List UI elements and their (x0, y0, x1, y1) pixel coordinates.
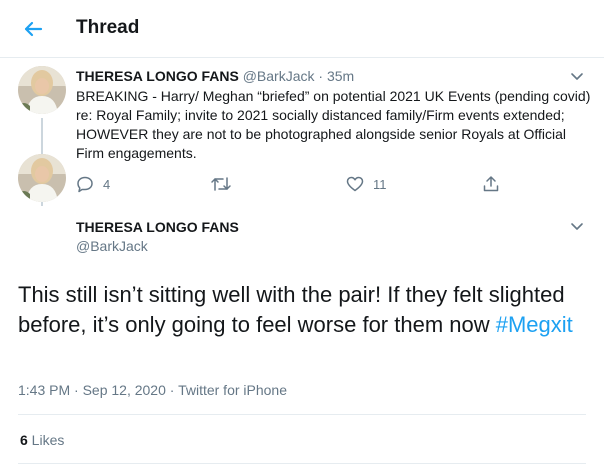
tweet-time[interactable]: 35m (327, 68, 354, 84)
focused-tweet-text: This still isn’t sitting well with the p… (18, 280, 588, 340)
like-button[interactable]: 11 (346, 174, 387, 194)
avatar[interactable] (18, 66, 66, 114)
author-handle[interactable]: @BarkJack (243, 68, 315, 84)
page-title: Thread (76, 17, 140, 38)
author-handle[interactable]: @BarkJack (76, 238, 148, 254)
tweet-menu-button[interactable] (569, 68, 585, 84)
author-name[interactable]: THERESA LONGO FANS (76, 68, 239, 84)
likes-label: Likes (27, 432, 65, 448)
separator: · (318, 68, 324, 84)
likes-stat[interactable]: 6 Likes (20, 432, 64, 448)
author-name[interactable]: THERESA LONGO FANS (76, 219, 239, 235)
chevron-down-icon (571, 73, 583, 80)
parent-tweet[interactable]: THERESA LONGO FANS @BarkJack · 35m BREAK… (0, 58, 604, 200)
likes-count: 6 (20, 432, 28, 448)
like-icon (346, 176, 364, 192)
tweet-menu-button[interactable] (569, 218, 585, 234)
reply-button[interactable]: 4 (76, 174, 110, 194)
retweet-icon (211, 177, 231, 191)
hashtag-link[interactable]: #Megxit (496, 312, 573, 337)
share-icon (483, 176, 499, 192)
tweet-actions: 4 11 (76, 174, 516, 194)
back-arrow-icon (24, 21, 43, 37)
like-count: 11 (373, 176, 387, 192)
divider (18, 414, 586, 415)
tweet-body: This still isn’t sitting well with the p… (18, 282, 565, 337)
tweet-text: BREAKING - Harry/ Meghan “briefed” on po… (76, 88, 591, 161)
tweet-header: THERESA LONGO FANS @BarkJack · 35m (76, 68, 354, 84)
back-button[interactable] (18, 14, 48, 44)
retweet-button[interactable] (210, 174, 241, 194)
thread-header: Thread (0, 0, 604, 58)
reply-count: 4 (103, 176, 111, 192)
avatar[interactable] (18, 154, 66, 202)
chevron-down-icon (571, 223, 583, 230)
divider (18, 463, 586, 464)
share-button[interactable] (482, 174, 500, 194)
reply-icon (77, 176, 93, 193)
tweet-timestamp[interactable]: 1:43 PM · Sep 12, 2020 · Twitter for iPh… (18, 382, 287, 398)
